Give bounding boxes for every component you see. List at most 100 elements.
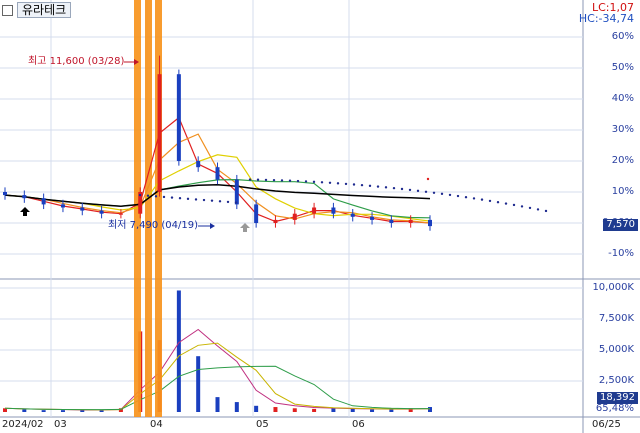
candle-body: [428, 219, 432, 227]
stock-name[interactable]: 유라테크: [17, 2, 72, 18]
sar-dot: [138, 193, 142, 197]
sar-dot: [234, 201, 238, 204]
sar-dot: [170, 196, 174, 199]
volume-bar: [428, 407, 432, 412]
candle-body: [60, 204, 65, 208]
sar-dot: [178, 197, 182, 200]
volume-tick-label: 2,500K: [598, 375, 634, 386]
sar-dot: [352, 183, 356, 186]
sar-dot: [480, 198, 484, 201]
price-tick-label: -10%: [608, 248, 634, 259]
volume-bar: [331, 408, 336, 412]
time-tick-label: 03: [54, 419, 67, 430]
candle-body: [41, 198, 46, 205]
time-tick-label: 06/25: [592, 419, 621, 430]
sar-dot: [280, 179, 284, 182]
sar-dot: [320, 181, 324, 184]
sar-dot: [488, 199, 492, 203]
price-tick-label: 60%: [611, 31, 634, 42]
sar-dot: [512, 203, 516, 207]
sar-dot: [146, 194, 150, 197]
sar-dot: [256, 178, 260, 181]
sar-dot: [384, 186, 388, 189]
volume-bar: [254, 405, 259, 412]
sar-dot: [376, 185, 380, 188]
hc-value: HC:-34,74: [578, 12, 634, 25]
sar-dot: [186, 197, 190, 201]
sar-dot: [472, 197, 476, 200]
volume-bar: [350, 408, 355, 412]
candle-body: [331, 207, 336, 214]
sar-dot: [218, 200, 222, 203]
price-tick-label: 10%: [611, 186, 634, 197]
sar-dot: [456, 194, 460, 198]
candle-body: [254, 204, 259, 223]
volume-bar: [22, 409, 27, 412]
sar-dot: [368, 184, 372, 188]
candle-body: [3, 192, 7, 196]
volume-tick-label: 10,000K: [592, 282, 634, 293]
candle-body: [350, 213, 355, 217]
sar-dot: [408, 188, 412, 192]
sar-dot: [496, 201, 500, 204]
sar-dot: [202, 198, 206, 202]
sar-dot: [448, 193, 452, 197]
candle-body: [408, 219, 413, 223]
candle-body: [370, 216, 375, 220]
sar-dot: [312, 180, 316, 184]
sar-dot: [162, 195, 166, 199]
sar-dot: [154, 195, 158, 198]
current-price-tag: 7,570: [603, 219, 638, 231]
sar-dot: [344, 182, 348, 186]
sar-dot: [226, 200, 230, 204]
price-tick-label: 20%: [611, 155, 634, 166]
sar-dot: [248, 178, 252, 181]
sar-dot: [424, 190, 428, 193]
sar-dot: [400, 187, 404, 191]
sar-dot: [272, 178, 276, 182]
stock-title[interactable]: 유라테크: [2, 2, 72, 18]
candle-body: [22, 195, 27, 199]
sar-dot: [536, 208, 540, 211]
sar-dot: [432, 191, 436, 194]
volume-bar: [273, 407, 278, 412]
sar-dot: [416, 189, 420, 193]
sar-dot: [392, 186, 396, 190]
checkbox-icon[interactable]: [2, 4, 13, 16]
sar-dot: [520, 205, 524, 208]
volume-bar: [312, 408, 317, 412]
sar-dot: [440, 192, 444, 196]
candle-body: [196, 161, 201, 168]
volume-bar: [234, 402, 239, 412]
sar-dot: [360, 183, 364, 187]
sar-dot: [288, 179, 292, 182]
volume-bar: [292, 408, 297, 412]
volume-tick-label: 7,500K: [598, 313, 634, 324]
candle-body: [389, 219, 394, 223]
highlight-bars: [134, 0, 162, 417]
sar-dot: [336, 182, 340, 185]
time-tick-label: 2024/02: [2, 419, 44, 430]
sar-dot: [210, 199, 214, 202]
volume-bar: [60, 410, 65, 412]
price-tick-label: 30%: [611, 124, 634, 135]
signal-dot: [426, 177, 430, 181]
sar-dot: [296, 179, 300, 183]
volume-tick-label: 5,000K: [598, 344, 634, 355]
price-tick-label: 50%: [611, 62, 634, 73]
highlight-bar: [145, 0, 152, 417]
volume-ratio-label: 65,48%: [595, 403, 634, 414]
price-tick-label: 40%: [611, 93, 634, 104]
volume-bar: [176, 290, 181, 412]
time-tick-label: 06: [352, 419, 365, 430]
sar-dot: [328, 181, 332, 184]
candle-body: [312, 207, 317, 214]
candle-body: [118, 213, 123, 215]
sar-dot: [464, 195, 468, 199]
candle-body: [215, 167, 220, 180]
candle-body: [234, 179, 239, 205]
highlight-bar: [155, 0, 162, 417]
candle-body: [80, 207, 85, 211]
time-tick-label: 05: [256, 419, 269, 430]
sar-dot: [544, 209, 548, 213]
